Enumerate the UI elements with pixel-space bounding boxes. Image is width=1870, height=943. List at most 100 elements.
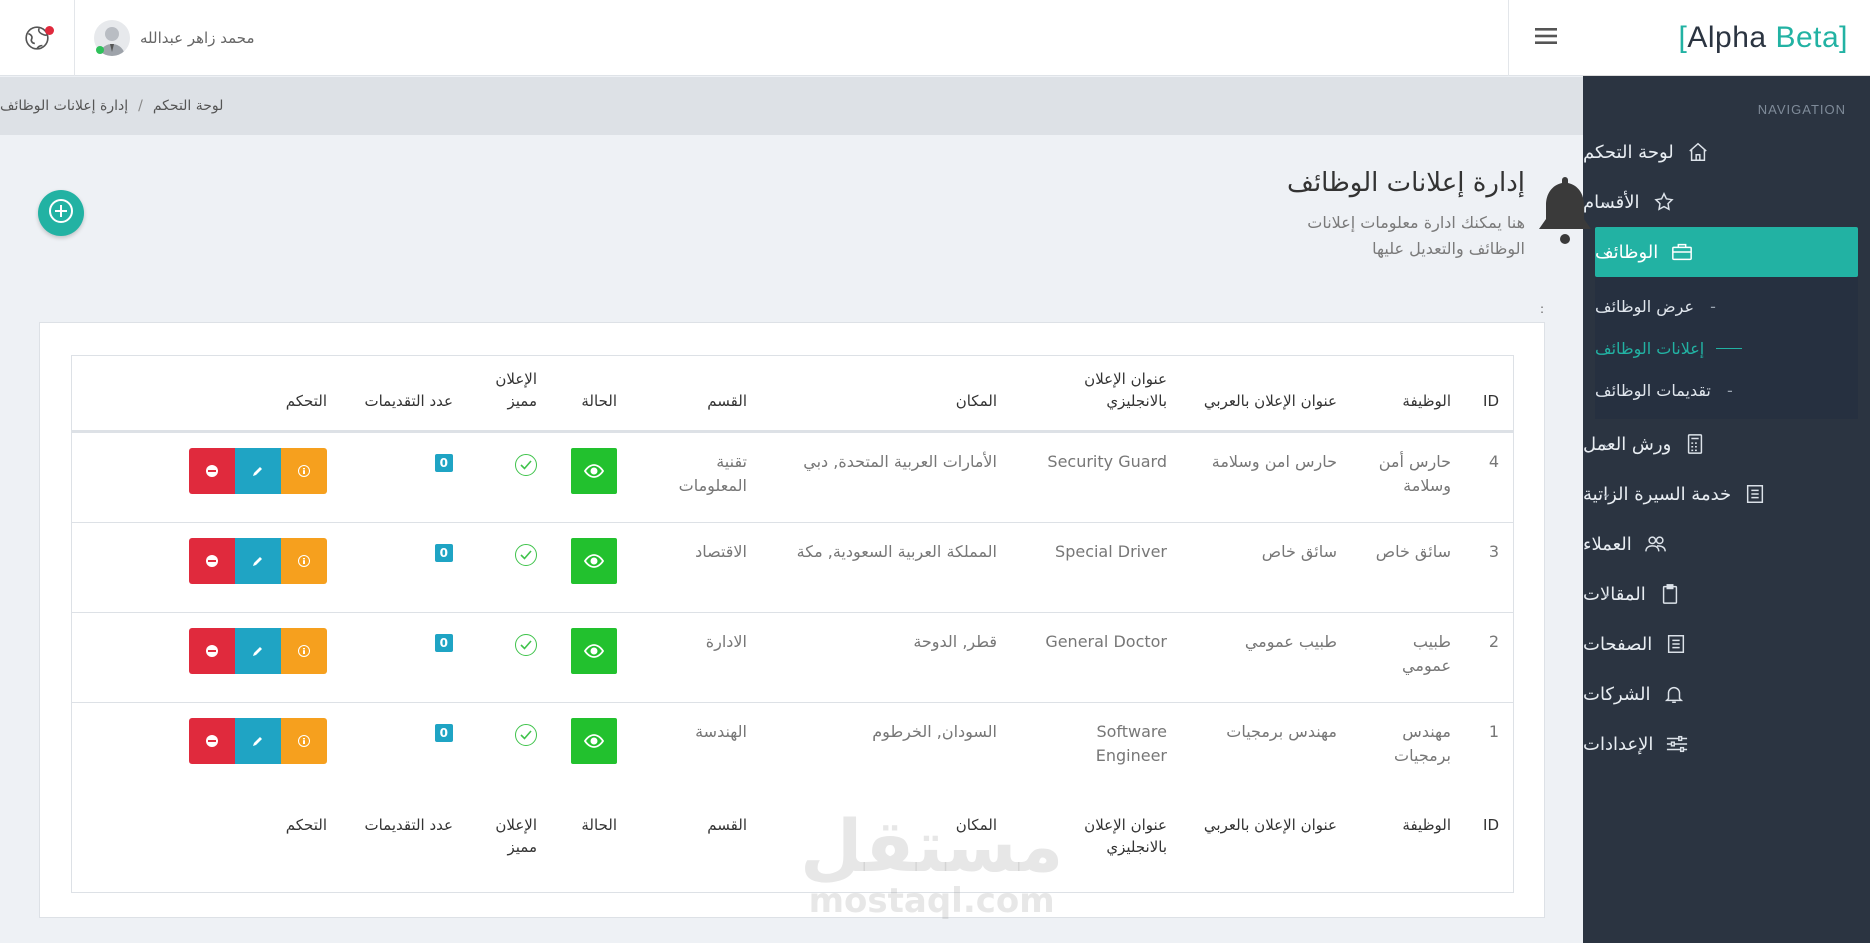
sidebar-item-dashboard[interactable]: لوحة التحكم: [1583, 127, 1870, 177]
edit-button[interactable]: [235, 448, 281, 494]
delete-button[interactable]: [189, 538, 235, 584]
sidebar-item-label: الإعدادات: [1583, 733, 1654, 755]
cell-applications-count: 0: [341, 703, 467, 744]
calculator-icon: [1683, 432, 1707, 456]
cell-title-ar: حارس امن وسلامة: [1211, 452, 1337, 471]
sidebar-item-companies[interactable]: الشركات: [1583, 669, 1870, 719]
sidebar-item-jobs[interactable]: الوظائف ⌄: [1595, 227, 1858, 277]
info-button[interactable]: [281, 718, 327, 764]
nav-caption: NAVIGATION: [1757, 102, 1846, 117]
header-id[interactable]: ID: [1465, 390, 1513, 412]
cell-status: [551, 433, 631, 494]
count-badge: 0: [434, 544, 453, 562]
delete-button[interactable]: [189, 448, 235, 494]
sidebar-item-articles[interactable]: المقالات ⌄: [1583, 569, 1870, 619]
user-menu[interactable]: محمد زاهر عبدالله: [94, 20, 255, 56]
globe-icon: [24, 25, 54, 51]
online-status-dot: [96, 46, 104, 54]
breadcrumb-current: إدارة إعلانات الوظائف: [0, 98, 129, 114]
sidebar-item-clients[interactable]: العملاء: [1583, 519, 1870, 569]
add-job-ad-button[interactable]: [38, 190, 84, 236]
header-control: التحكم: [285, 392, 327, 410]
sidebar-item-sections[interactable]: الأقسام ⌄: [1583, 177, 1870, 227]
submenu-job-applications[interactable]: - تقديمات الوظائف: [1595, 369, 1858, 411]
logo-box: [Alpha Beta]: [1583, 0, 1870, 76]
language-button[interactable]: [0, 0, 75, 76]
submenu-view-jobs[interactable]: - عرض الوظائف: [1595, 285, 1858, 327]
logo-alpha: Alpha: [1687, 20, 1767, 54]
header-job[interactable]: الوظيفة: [1351, 390, 1465, 412]
submenu-job-ads[interactable]: إعلانات الوظائف: [1595, 327, 1858, 369]
view-status-button[interactable]: [571, 718, 617, 764]
header-status[interactable]: الحالة: [551, 390, 631, 412]
header-location[interactable]: المكان: [761, 390, 1011, 412]
logo-beta: Beta: [1775, 20, 1840, 54]
briefcase-icon: [1670, 240, 1694, 264]
minus-circle-icon: [206, 645, 218, 657]
view-status-button[interactable]: [571, 628, 617, 674]
info-icon: [298, 555, 310, 567]
eye-icon: [584, 464, 604, 478]
header-title-ar[interactable]: عنوان الإعلان بالعربي: [1181, 390, 1351, 412]
stray-mark: :: [1540, 302, 1545, 316]
cell-featured: [467, 433, 551, 477]
submenu-active-line: [1716, 347, 1743, 349]
footer-control: التحكم: [285, 816, 327, 834]
pages-icon: [1664, 632, 1688, 656]
edit-button[interactable]: [235, 628, 281, 674]
sidebar-item-workshops[interactable]: ورش العمل ⌄: [1583, 419, 1870, 469]
count-badge: 0: [434, 724, 453, 742]
cell-department: الاقتصاد: [695, 542, 747, 561]
delete-button[interactable]: [189, 718, 235, 764]
chevron-down-icon: ⌄: [1601, 436, 1612, 452]
edit-button[interactable]: [235, 538, 281, 584]
info-button[interactable]: [281, 628, 327, 674]
header-department[interactable]: القسم: [631, 390, 761, 412]
plus-circle-icon: [47, 197, 75, 229]
eye-icon: [584, 644, 604, 658]
cell-title-ar: طبيب عمومي: [1244, 632, 1337, 651]
minus-circle-icon: [206, 555, 218, 567]
info-icon: [298, 465, 310, 477]
star-icon: [1652, 190, 1676, 214]
footer-job: الوظيفة: [1402, 816, 1451, 834]
home-icon: [1686, 140, 1710, 164]
cell-featured: [467, 523, 551, 567]
sidebar-item-pages[interactable]: الصفحات: [1583, 619, 1870, 669]
table-row: 2 طبيب عمومي طبيب عمومي General Doctor ق…: [72, 612, 1513, 702]
header-applications-count[interactable]: عدد التقديمات: [341, 390, 467, 412]
delete-button[interactable]: [189, 628, 235, 674]
header-featured[interactable]: الإعلان مميز: [467, 368, 551, 412]
breadcrumb-home-link[interactable]: لوحة التحكم: [153, 98, 224, 114]
chevron-down-icon: ⌄: [1601, 586, 1612, 602]
view-status-button[interactable]: [571, 448, 617, 494]
cell-job: سائق خاص: [1375, 542, 1451, 561]
menu-toggle-button[interactable]: [1508, 0, 1583, 76]
cell-title-en: Security Guard: [1047, 452, 1167, 471]
cell-status: [551, 703, 631, 764]
footer-status: الحالة: [581, 816, 617, 834]
edit-button[interactable]: [235, 718, 281, 764]
table-row: 3 سائق خاص سائق خاص Special Driver الممل…: [72, 522, 1513, 612]
cell-department: الهندسة: [695, 722, 747, 741]
footer-applications-count: عدد التقديمات: [364, 816, 453, 834]
sidebar-item-settings[interactable]: الإعدادات: [1583, 719, 1870, 769]
check-circle-icon: [515, 544, 537, 566]
brand-logo[interactable]: [Alpha Beta]: [1679, 21, 1848, 55]
header-title-en[interactable]: عنوان الإعلان بالانجليزي: [1011, 368, 1181, 412]
cell-actions: [189, 613, 341, 674]
chevron-down-icon: ⌄: [1601, 244, 1612, 260]
cell-id: 4: [1488, 452, 1499, 471]
cell-location: المملكة العربية السعودية, مكة: [796, 542, 997, 561]
cell-title-ar: سائق خاص: [1261, 542, 1337, 561]
sidebar-item-cv-service[interactable]: خدمة السيرة الزاتية ⌄: [1583, 469, 1870, 519]
check-circle-icon: [515, 454, 537, 476]
chevron-down-icon: ⌄: [1601, 486, 1612, 502]
cell-job: حارس أمن وسلامة: [1378, 452, 1451, 495]
info-button[interactable]: [281, 538, 327, 584]
view-status-button[interactable]: [571, 538, 617, 584]
info-button[interactable]: [281, 448, 327, 494]
notification-dot: [45, 26, 54, 35]
cell-location: قطر, الدوحة: [913, 632, 997, 651]
eye-icon: [584, 734, 604, 748]
